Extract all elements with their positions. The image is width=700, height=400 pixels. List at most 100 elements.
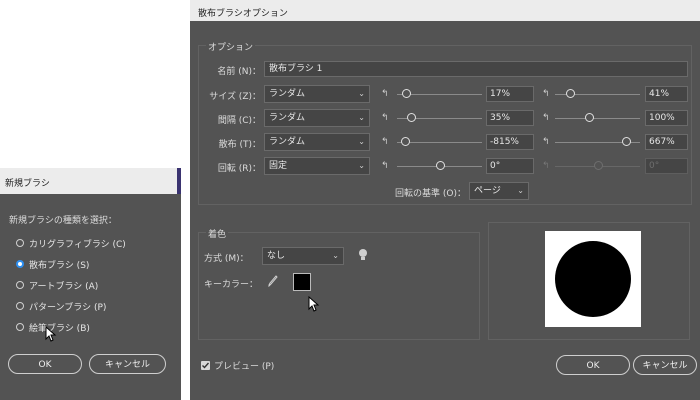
slider-thumb[interactable] [401,89,411,98]
key-color-fill [294,274,310,290]
min-pressure-icon: ↰ [381,113,389,123]
slider-track [555,118,640,119]
scatter-titlebar: 散布ブラシオプション [190,0,700,21]
min-slider[interactable] [397,89,482,99]
new-brush-dialog: 新規ブラシ 新規ブラシの種類を選択： カリグラフィブラシ (C) 散布ブラシ (… [0,168,181,400]
max-pressure-icon: ↰ [542,89,550,99]
name-input[interactable]: 散布ブラシ 1 [264,61,688,77]
rotation-base-dropdown[interactable]: ページ ⌄ [469,182,529,200]
radio-label: アートブラシ (A) [29,281,99,292]
row-method-value: ランダム [269,137,306,147]
key-color-label: キーカラー： [204,280,259,290]
slider-thumb[interactable] [400,137,410,146]
radio-label: 絵筆ブラシ (B) [29,323,90,334]
preview-checkbox[interactable] [201,361,210,370]
colorize-section-title: 着色 [206,227,229,240]
scatter-ok-button[interactable]: OK [556,355,630,375]
min-pressure-icon: ↰ [381,89,389,99]
row-method-dropdown[interactable]: ランダム ⌄ [264,109,370,127]
radio-label: カリグラフィブラシ (C) [29,239,126,250]
slider-thumb[interactable] [566,89,576,98]
new-brush-title: 新規ブラシ [5,179,50,189]
row-method-dropdown[interactable]: ランダム ⌄ [264,85,370,103]
name-label: 名前 (N)： [217,67,261,77]
row-method-value: ランダム [269,113,306,123]
options-section-title: オプション [206,40,256,53]
max-value-field[interactable]: 667% [645,134,688,150]
brush-preview-circle [555,241,631,317]
radio-art-brush[interactable]: アートブラシ (A) [16,278,98,292]
mouse-cursor-icon [45,326,57,342]
min-value-field[interactable]: 17% [486,86,534,102]
rotation-base-value: ページ [474,186,501,196]
max-value-field: 0° [645,158,688,174]
min-pressure-icon: ↰ [381,137,389,147]
key-color-swatch[interactable] [293,273,311,291]
radio-label: パターンブラシ (P) [29,302,107,313]
min-slider[interactable] [397,137,482,147]
mouse-cursor-icon [308,296,320,312]
scatter-title: 散布ブラシオプション [198,9,288,19]
radio-button[interactable] [16,323,24,331]
row-method-dropdown[interactable]: 固定 ⌄ [264,157,370,175]
chevron-down-icon: ⌄ [358,113,365,122]
max-pressure-icon: ↰ [542,113,550,123]
row-label: サイズ (Z)： [209,92,261,102]
scatter-cancel-button[interactable]: キャンセル [633,355,697,375]
new-brush-ok-button[interactable]: OK [8,354,82,374]
preview-label: プレビュー (P) [214,362,275,372]
rotation-base-label: 回転の基準 (O)： [395,189,466,199]
row-method-dropdown[interactable]: ランダム ⌄ [264,133,370,151]
chevron-down-icon: ⌄ [517,186,524,195]
max-slider[interactable] [555,113,640,123]
min-pressure-icon: ↰ [381,161,389,171]
row-label: 間隔 (C)： [217,116,261,126]
max-slider [555,161,640,171]
slider-thumb [593,161,603,170]
radio-calligraphic-brush[interactable]: カリグラフィブラシ (C) [16,236,126,250]
row-method-value: 固定 [269,161,288,171]
min-value-field[interactable]: 35% [486,110,534,126]
min-value-field[interactable]: 0° [486,158,534,174]
max-pressure-icon: ↰ [542,161,550,171]
checkmark-icon [202,362,210,369]
eyedropper-icon[interactable] [268,275,278,287]
max-value-field[interactable]: 41% [645,86,688,102]
method-value: なし [267,251,286,261]
radio-button[interactable] [16,281,24,289]
row-method-value: ランダム [269,89,306,99]
tips-lightbulb-icon[interactable] [358,248,368,262]
new-brush-titlebar: 新規ブラシ [0,168,181,194]
method-label: 方式 (M)： [204,254,249,264]
scatter-brush-options-dialog: 散布ブラシオプション オプション 名前 (N)： 散布ブラシ 1 サイズ (Z)… [190,0,700,400]
min-slider[interactable] [397,161,482,171]
chevron-down-icon: ⌄ [358,161,365,170]
radio-button-selected[interactable] [16,260,24,268]
radio-button[interactable] [16,239,24,247]
row-label: 回転 (R)： [217,164,261,174]
slider-thumb[interactable] [407,113,417,122]
new-brush-cancel-button[interactable]: キャンセル [89,354,166,374]
slider-track [397,142,482,143]
new-brush-prompt: 新規ブラシの種類を選択： [9,216,117,226]
max-slider[interactable] [555,89,640,99]
slider-thumb[interactable] [585,113,594,122]
radio-button[interactable] [16,302,24,310]
preview-checkbox-row[interactable]: プレビュー (P) [201,359,274,372]
max-value-field[interactable]: 100% [645,110,688,126]
max-pressure-icon: ↰ [542,137,550,147]
chevron-down-icon: ⌄ [332,251,339,260]
chevron-down-icon: ⌄ [358,137,365,146]
slider-thumb[interactable] [621,137,631,146]
method-dropdown[interactable]: なし ⌄ [262,247,344,265]
brush-preview-area [545,231,641,327]
slider-thumb[interactable] [435,161,445,170]
row-label: 散布 (T)： [218,140,261,150]
radio-label: 散布ブラシ (S) [29,260,90,271]
radio-scatter-brush[interactable]: 散布ブラシ (S) [16,257,89,271]
radio-pattern-brush[interactable]: パターンブラシ (P) [16,299,106,313]
chevron-down-icon: ⌄ [358,89,365,98]
min-value-field[interactable]: -815% [486,134,534,150]
min-slider[interactable] [397,113,482,123]
max-slider[interactable] [555,137,640,147]
